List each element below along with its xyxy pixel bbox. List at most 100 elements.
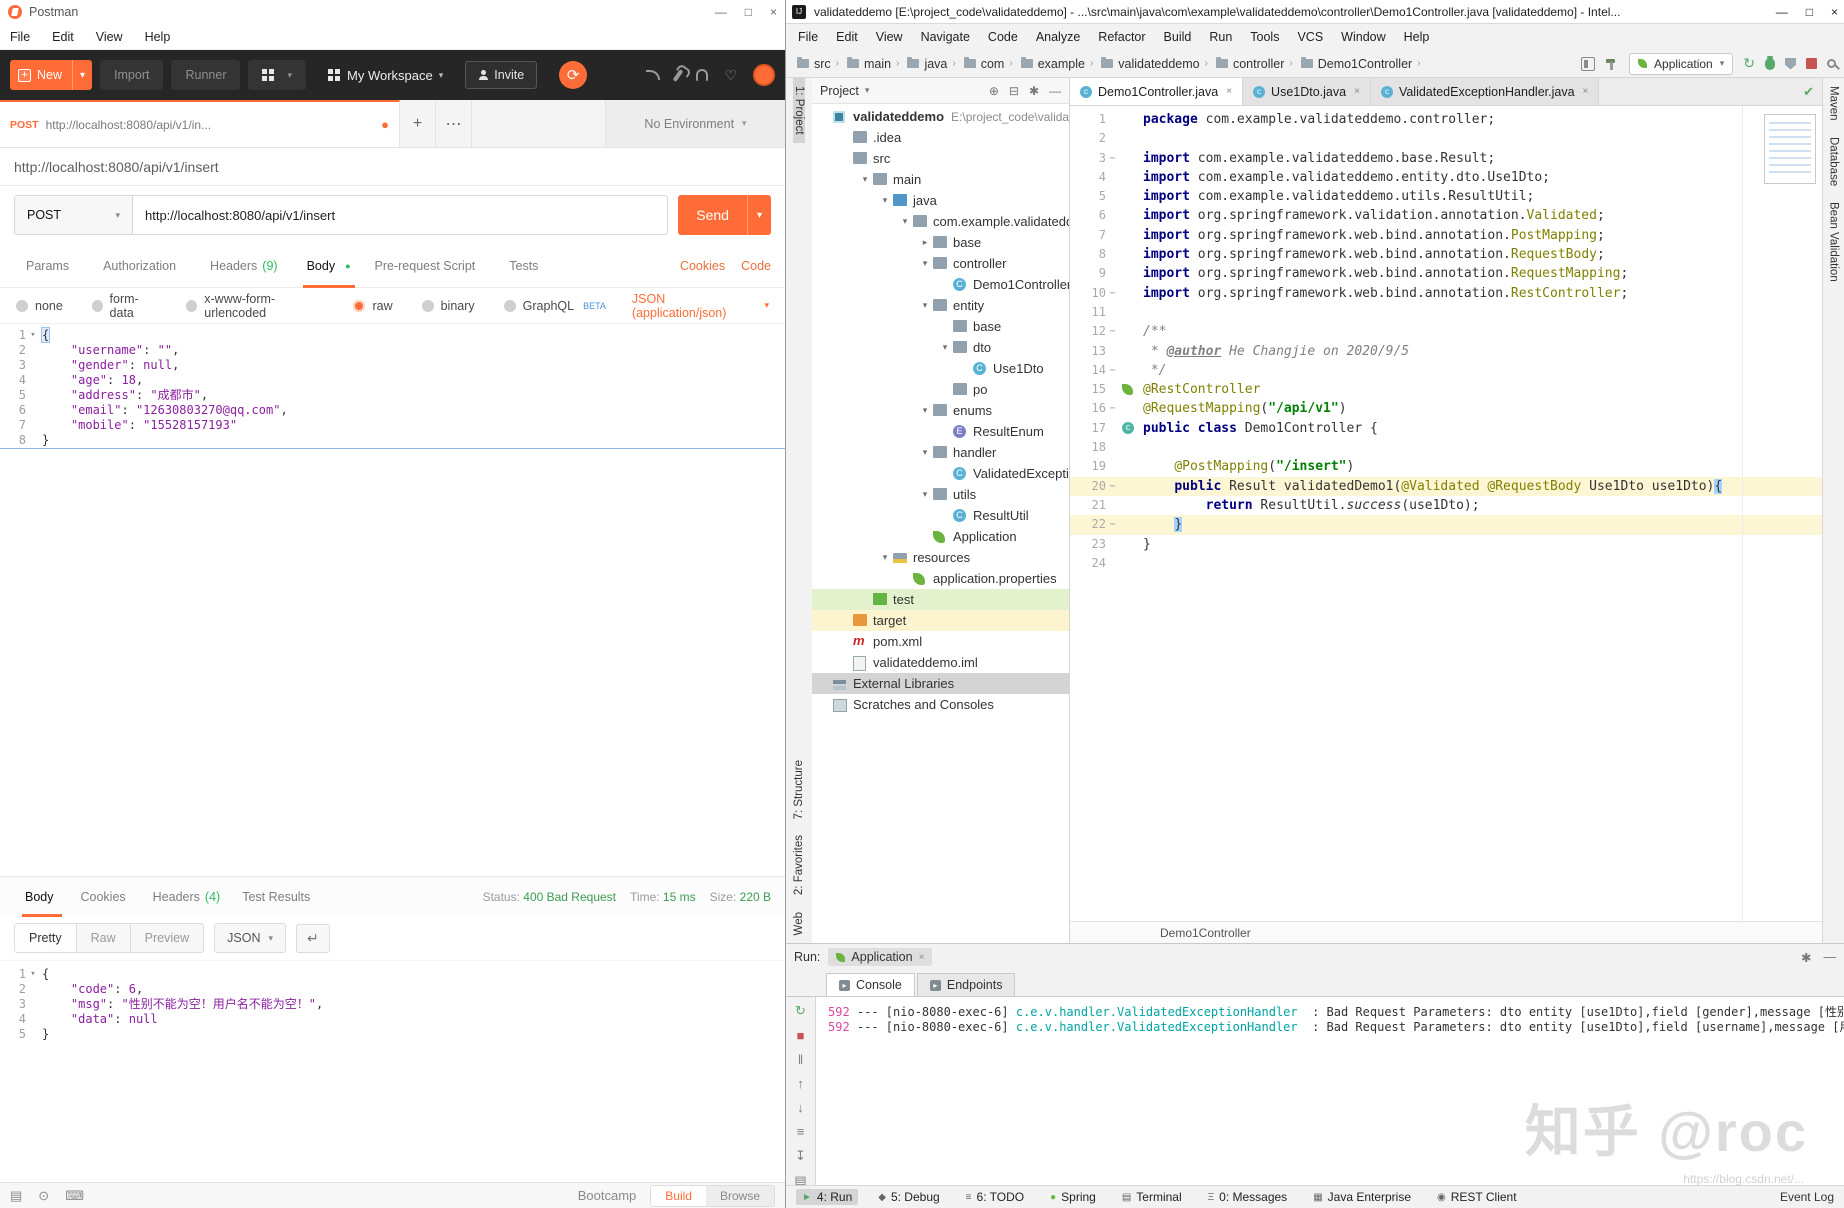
tree-row[interactable]: ResultEnum (812, 421, 1069, 442)
run-panel-tab[interactable]: ▸ Console (826, 973, 915, 996)
tab-options-button[interactable]: ⋯ (436, 100, 472, 147)
tree-expand-arrow[interactable]: ▾ (938, 342, 952, 353)
request-tab-item[interactable]: Params (14, 244, 91, 287)
gear-icon[interactable]: ✱ (1801, 950, 1811, 965)
menu-item[interactable]: File (798, 30, 818, 44)
tree-expand-arrow[interactable]: ▾ (918, 258, 932, 269)
view-mode-button[interactable]: Pretty (15, 924, 77, 952)
gear-icon[interactable]: ✱ (1029, 84, 1039, 98)
bell-icon[interactable] (696, 69, 708, 81)
send-button[interactable]: Send ▾ (678, 195, 771, 235)
toolwindow-structure-button[interactable]: 7: Structure (793, 752, 805, 827)
tree-expand-arrow[interactable]: ▾ (898, 216, 912, 227)
run-configuration-select[interactable]: Application ▾ (1629, 53, 1733, 75)
close-icon[interactable]: × (1583, 86, 1589, 97)
tree-row[interactable]: Demo1Controller (812, 274, 1069, 295)
console-tool-icon[interactable]: ↧ (795, 1148, 806, 1164)
tree-row[interactable]: validateddemo.iml (812, 652, 1069, 673)
new-button[interactable]: +New ▾ (10, 60, 92, 90)
workspace-selector[interactable]: My Workspace ▾ (328, 68, 443, 83)
minimize-button[interactable]: — (715, 5, 727, 19)
close-icon[interactable]: × (1226, 86, 1232, 97)
breadcrumb-item[interactable]: com › (961, 57, 1016, 71)
toolwindow-project-button[interactable]: 1: Project (793, 78, 805, 143)
link[interactable]: Cookies (680, 259, 725, 273)
build-hammer-icon[interactable] (1605, 57, 1619, 71)
wrench-icon[interactable] (673, 69, 684, 82)
tree-expand-arrow[interactable]: ▾ (918, 300, 932, 311)
response-tab-item[interactable]: Body (14, 877, 70, 916)
view-mode-button[interactable]: Raw (77, 924, 131, 952)
menu-item[interactable]: Analyze (1036, 30, 1080, 44)
tree-row[interactable]: Use1Dto (812, 358, 1069, 379)
console-icon[interactable]: ⌨ (65, 1188, 84, 1204)
bootcamp-button[interactable]: Bootcamp (578, 1188, 637, 1203)
request-tab-item[interactable]: Tests (497, 244, 560, 287)
menu-item[interactable]: Refactor (1098, 30, 1145, 44)
code-editor[interactable]: 1package com.example.validateddemo.contr… (1070, 106, 1822, 921)
menu-item[interactable]: Build (1164, 30, 1192, 44)
build-toggle[interactable]: Build (651, 1186, 706, 1206)
tree-row[interactable]: ▸ base (812, 232, 1069, 253)
breadcrumb-item[interactable]: java › (904, 57, 958, 71)
tree-row[interactable]: Application (812, 526, 1069, 547)
statusbar-toolwindow-button[interactable]: ● Spring (1044, 1189, 1102, 1205)
editor-breadcrumb[interactable]: Demo1Controller (1070, 921, 1822, 943)
statusbar-toolwindow-button[interactable]: ◆ 5: Debug (872, 1189, 945, 1205)
satellite-icon[interactable] (646, 70, 660, 80)
editor-tab[interactable]: c Use1Dto.java × (1243, 78, 1371, 105)
run-configuration-tab[interactable]: Application × (828, 948, 932, 966)
new-dropdown[interactable]: ▾ (72, 60, 92, 90)
tree-row[interactable]: ▾ main (812, 169, 1069, 190)
tree-expand-arrow[interactable]: ▾ (918, 489, 932, 500)
wrap-lines-button[interactable]: ↵ (296, 924, 330, 953)
tree-row[interactable]: ▾ enums (812, 400, 1069, 421)
statusbar-toolwindow-button[interactable]: Ξ 0: Messages (1202, 1189, 1294, 1205)
menu-item[interactable]: Run (1209, 30, 1232, 44)
heart-icon[interactable]: ♡ (724, 67, 737, 84)
body-type-radio[interactable]: raw (353, 292, 401, 320)
tree-row[interactable]: validateddemo E:\project_code\validatedd… (812, 106, 1069, 127)
menu-item[interactable]: Tools (1250, 30, 1279, 44)
content-type-select[interactable]: JSON (application/json) ▾ (632, 292, 769, 320)
tree-row[interactable]: test (812, 589, 1069, 610)
tree-row[interactable]: po (812, 379, 1069, 400)
tree-expand-arrow[interactable]: ▾ (878, 195, 892, 206)
tree-row[interactable]: ▾ entity (812, 295, 1069, 316)
tree-row[interactable]: target (812, 610, 1069, 631)
tree-row[interactable]: ResultUtil (812, 505, 1069, 526)
request-tab-item[interactable]: Body ● (295, 244, 363, 287)
body-type-radio[interactable]: binary (422, 292, 484, 320)
editor-tab[interactable]: c ValidatedExceptionHandler.java × (1371, 78, 1599, 105)
link[interactable]: Code (741, 259, 771, 273)
close-icon[interactable]: × (919, 952, 925, 963)
tree-expand-arrow[interactable]: ▾ (918, 405, 932, 416)
breadcrumb-item[interactable]: src › (794, 57, 842, 71)
tree-row[interactable]: ▾ dto (812, 337, 1069, 358)
new-tab-button[interactable]: + (400, 100, 436, 147)
maximize-button[interactable]: □ (745, 5, 752, 19)
stop-button[interactable] (1806, 58, 1817, 69)
tree-row[interactable]: ValidatedExceptionHandler (812, 463, 1069, 484)
response-tab-item[interactable]: Test Results (231, 877, 326, 916)
run-panel-tab[interactable]: ▸ Endpoints (917, 973, 1016, 996)
breadcrumb-item[interactable]: Demo1Controller › (1298, 57, 1424, 71)
search-everywhere-icon[interactable] (1827, 59, 1836, 68)
console-tool-icon[interactable]: ↻ (795, 1003, 806, 1019)
statusbar-toolwindow-button[interactable]: ► 4: Run (796, 1189, 858, 1205)
tree-row[interactable]: ▾ controller (812, 253, 1069, 274)
body-type-radio[interactable]: x-www-form-urlencoded (186, 292, 333, 320)
request-tab-item[interactable]: Authorization (91, 244, 198, 287)
menu-item[interactable]: View (876, 30, 903, 44)
breadcrumb-item[interactable]: controller › (1213, 57, 1296, 71)
coverage-button[interactable] (1785, 58, 1796, 70)
tree-row[interactable]: ▾ utils (812, 484, 1069, 505)
tree-row[interactable]: ▾ resources (812, 547, 1069, 568)
statusbar-toolwindow-button[interactable]: ◉ REST Client (1431, 1189, 1523, 1205)
tool-window-icon[interactable] (1581, 57, 1595, 71)
tree-row[interactable]: application.properties (812, 568, 1069, 589)
run-button[interactable]: ↻ (1743, 55, 1755, 72)
tree-expand-arrow[interactable]: ▾ (878, 552, 892, 563)
console-tool-icon[interactable]: ■ (797, 1028, 805, 1043)
response-body-viewer[interactable]: 1▾{2 "code": 6,3 "msg": "性别不能为空！用户名不能为空！… (0, 960, 785, 1182)
